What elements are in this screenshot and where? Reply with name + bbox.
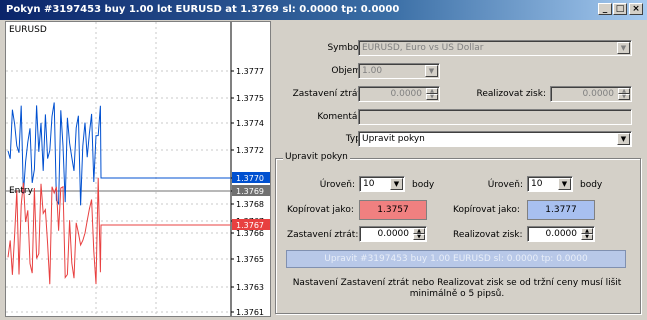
symbol-label: Symbol: — [327, 43, 364, 53]
modify-tp-label: Realizovat zisk: — [453, 230, 523, 240]
chevron-down-icon: ▼ — [390, 178, 403, 190]
comment-label: Komentář: — [317, 112, 364, 122]
price-label: 1.3761 — [236, 308, 264, 316]
price-label: 1.3777 — [236, 67, 264, 76]
copy-sl-button[interactable]: 1.3757 — [359, 200, 427, 220]
chevron-down-icon: ▼ — [425, 65, 438, 77]
volume-select[interactable]: 1.00 ▼ — [358, 63, 440, 79]
sl-field[interactable]: 0.0000 ▲ ▼ — [358, 86, 440, 102]
bid-price-tag: 1.3767 — [236, 221, 264, 230]
volume-label: Objem: — [331, 66, 364, 76]
price-label: 1.3772 — [236, 146, 264, 155]
modify-tp-value: 0.0000 — [545, 229, 578, 239]
modify-sl-value: 0.0000 — [377, 229, 410, 239]
level-value-right: 10 — [531, 179, 543, 189]
ask-price-tag: 1.3770 — [236, 174, 264, 183]
modify-tp-stepper[interactable]: ▲ ▼ — [581, 228, 593, 240]
window-title: Pokyn #3197453 buy 1.00 lot EURUSD at 1.… — [6, 4, 400, 15]
chart-symbol: EURUSD — [9, 25, 47, 35]
units-left: body — [412, 180, 435, 190]
copy-label-left: Kopírovat jako: — [287, 205, 354, 215]
tp-label: Realizovat zisk: — [476, 89, 546, 99]
tp-value: 0.0000 — [582, 89, 615, 99]
level-select-right[interactable]: 10 ▼ — [527, 176, 573, 192]
tick-chart: 1.3777 1.3775 1.3774 1.3772 1.3770 1.3769 1.37… — [5, 21, 271, 317]
modify-order-button[interactable]: Upravit #3197453 buy 1.00 EURUSD sl: 0.0… — [286, 250, 626, 268]
tp-stepper[interactable]: ▲ ▼ — [618, 88, 630, 100]
type-value: Upravit pokyn — [362, 134, 425, 144]
level-label-left: Úroveň: — [319, 180, 355, 190]
chevron-down-icon: ▼ — [617, 133, 630, 145]
price-label: 1.3765 — [236, 255, 264, 264]
modify-tp-field[interactable]: 0.0000 ▲ ▼ — [527, 226, 595, 242]
modify-group-label: Upravit pokyn — [283, 152, 350, 162]
entry-label: Entry — [9, 186, 33, 196]
sl-value: 0.0000 — [390, 89, 423, 99]
copy-label-right: Kopírovat jako: — [453, 205, 520, 215]
chart-canvas: 1.3777 1.3775 1.3774 1.3772 1.3770 1.3769 1.37… — [6, 22, 270, 316]
title-bar: Pokyn #3197453 buy 1.00 lot EURUSD at 1.… — [0, 0, 647, 20]
stop-level-note: Nastavení Zastavení ztrát nebo Realizova… — [292, 278, 622, 299]
price-label: 1.3768 — [236, 200, 264, 209]
symbol-select[interactable]: EURUSD, Euro vs US Dollar ▼ — [358, 40, 632, 56]
modify-sl-label: Zastavení ztrát: — [287, 230, 359, 240]
close-icon[interactable]: × — [629, 3, 643, 15]
type-select[interactable]: Upravit pokyn ▼ — [358, 131, 632, 147]
level-select-left[interactable]: 10 ▼ — [359, 176, 405, 192]
symbol-value: EURUSD, Euro vs US Dollar — [362, 43, 484, 53]
maximize-icon[interactable]: □ — [613, 3, 627, 15]
sl-stepper[interactable]: ▲ ▼ — [426, 88, 438, 100]
units-right: body — [580, 180, 603, 190]
tp-field[interactable]: 0.0000 ▲ ▼ — [550, 86, 632, 102]
bid-series — [7, 177, 231, 285]
sl-label: Zastavení ztrát: — [292, 89, 364, 99]
chevron-down-icon: ▼ — [558, 178, 571, 190]
modify-sl-stepper[interactable]: ▲ ▼ — [413, 228, 425, 240]
level-value-left: 10 — [363, 179, 375, 189]
minimize-icon[interactable]: _ — [598, 3, 612, 15]
level-label-right: Úroveň: — [487, 180, 523, 190]
copy-tp-button[interactable]: 1.3777 — [527, 200, 595, 220]
price-label: 1.3763 — [236, 283, 264, 292]
price-label: 1.3766 — [236, 229, 264, 238]
chevron-down-icon: ▼ — [617, 42, 630, 54]
price-label: 1.3774 — [236, 119, 264, 128]
entry-price-tag: 1.3769 — [236, 187, 264, 196]
volume-value: 1.00 — [362, 66, 383, 76]
modify-sl-field[interactable]: 0.0000 ▲ ▼ — [359, 226, 427, 242]
price-label: 1.3775 — [236, 94, 264, 103]
type-label: Typ: — [345, 134, 364, 144]
comment-input[interactable] — [358, 109, 632, 125]
